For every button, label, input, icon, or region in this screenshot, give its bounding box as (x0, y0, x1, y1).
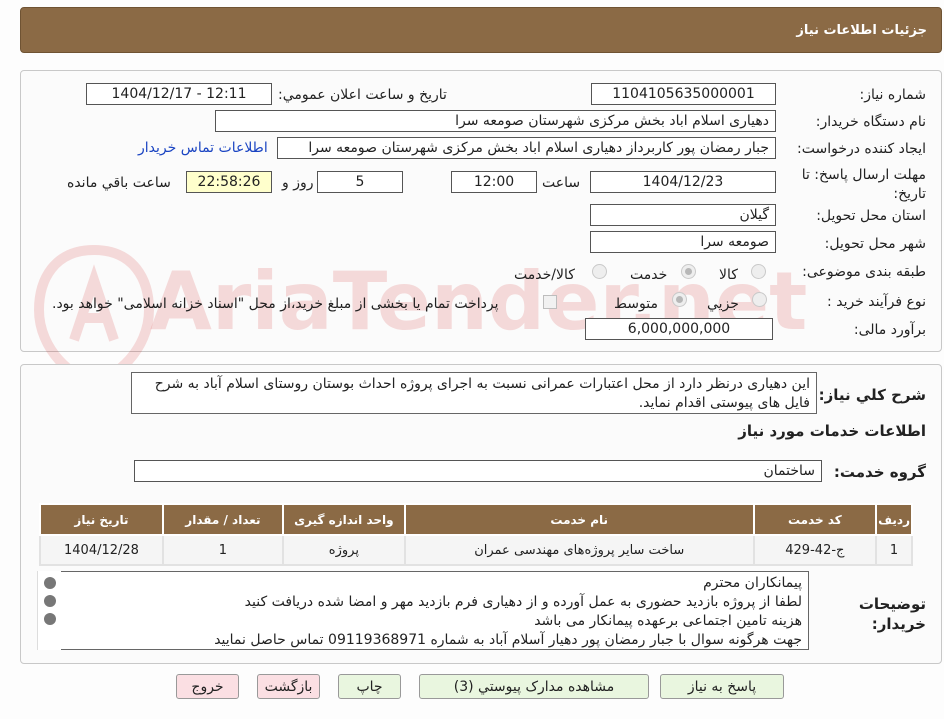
print-button[interactable]: چاپ (338, 674, 401, 699)
table-row: 1 ج-42-429 ساخت سایر پروژه‌های مهندسی عم… (39, 534, 913, 566)
category-label: طبقه بندی موضوعی: (802, 264, 926, 280)
creator-label: ايجاد کننده درخواست: (797, 141, 926, 157)
deadline-time-field: 12:00 (451, 171, 537, 193)
process-option-minor: جزيي (707, 296, 739, 312)
buyer-label: نام دستگاه خريدار: (815, 114, 926, 130)
cell-quantity: 1 (161, 534, 284, 566)
cell-row-number: 1 (875, 534, 913, 566)
notes-line-4: جهت هرگونه سوال با جبار رمضان پور دهیار … (214, 632, 802, 648)
notes-scrollbar[interactable] (37, 571, 61, 650)
column-header-service-name: نام خدمت (403, 503, 755, 536)
treasury-payment-text: پرداخت تمام يا بخشی از مبلغ خريد،از محل … (52, 296, 499, 312)
service-group-label: گروه خدمت: (833, 463, 926, 481)
cell-unit: پروژه (281, 534, 406, 566)
need-number-field: 1104105635000001 (591, 83, 776, 105)
budget-label: برآورد مالی: (853, 322, 926, 338)
cell-service-code: ج-42-429 (752, 534, 878, 566)
scroll-thumb-dot[interactable] (44, 595, 56, 607)
remaining-time-field: 22:58:26 (186, 171, 272, 193)
city-label: شهر محل تحويل: (824, 236, 926, 252)
notes-line-3: هزینه تامین اجتماعی برعهده پیمانکار می ب… (534, 613, 802, 629)
budget-field: 6,000,000,000 (585, 318, 773, 340)
back-button[interactable]: بازگشت (257, 674, 320, 699)
time-label: ساعت (542, 175, 581, 191)
creator-field: جبار رمضان پور کاربرداز دهیاری اسلام ابا… (277, 137, 776, 159)
buyer-notes-label: توضيحات خريدار: (858, 595, 926, 633)
process-radio-medium[interactable] (672, 292, 687, 307)
services-table: رديف کد خدمت نام خدمت واحد اندازه گيری ت… (39, 503, 913, 566)
column-header-quantity: تعداد / مقدار (161, 503, 284, 536)
notes-line-2: لطفا از پروژه بازدید حضوری به عمل آورده … (244, 594, 802, 610)
province-field: گيلان (590, 204, 776, 226)
summary-text: این دهیاری درنظر دارد از محل اعتبارات عم… (131, 372, 817, 414)
treasury-payment-checkbox[interactable] (543, 295, 557, 309)
category-option-service: خدمت (630, 267, 668, 283)
summary-label: شرح كلي نياز: (818, 386, 926, 404)
buyer-field: دهیاری اسلام اباد بخش مرکزی شهرستان صومع… (215, 110, 776, 132)
page-title: جزئیات اطلاعات نیاز (796, 22, 927, 38)
services-section-title: اطلاعات خدمات مورد نياز (738, 422, 926, 440)
column-header-need-date: تاريخ نياز (39, 503, 164, 536)
announce-label: تاریخ و ساعت اعلان عمومي: (278, 87, 447, 103)
category-radio-goods-service[interactable] (592, 264, 607, 279)
cell-service-name: ساخت سایر پروژه‌های مهندسی عمران (403, 534, 755, 566)
column-header-service-code: کد خدمت (752, 503, 878, 536)
category-option-goods: کالا (719, 267, 738, 283)
process-radio-minor[interactable] (752, 292, 767, 307)
province-label: استان محل تحويل: (816, 208, 926, 224)
city-field: صومعه سرا (590, 231, 776, 253)
deadline-label: مهلت ارسال پاسخ: تا تاريخ: (801, 167, 926, 202)
category-radio-service[interactable] (681, 264, 696, 279)
deadline-date-field: 1404/12/23 (590, 171, 776, 193)
scroll-down-dot[interactable] (44, 613, 56, 625)
remaining-label: ساعت باقي مانده (67, 175, 171, 191)
cell-need-date: 1404/12/28 (39, 534, 164, 566)
category-option-goods-service: کالا/خدمت (514, 267, 575, 283)
process-option-medium: متوسط (614, 296, 658, 312)
column-header-unit: واحد اندازه گيری (281, 503, 406, 536)
table-header-row: رديف کد خدمت نام خدمت واحد اندازه گيری ت… (39, 503, 913, 536)
scroll-up-dot[interactable] (44, 577, 56, 589)
service-group-field: ساختمان (134, 460, 822, 482)
view-attachments-button[interactable]: مشاهده مدارک پيوستي (3) (419, 674, 649, 699)
reply-button[interactable]: پاسخ به نياز (660, 674, 784, 699)
notes-line-1: پیمانکاران محترم (703, 575, 802, 591)
category-radio-goods[interactable] (751, 264, 766, 279)
buyer-notes-box: پیمانکاران محترم لطفا از پروژه بازدید حض… (37, 571, 809, 650)
process-label: نوع فرآيند خريد : (827, 294, 926, 310)
need-number-label: شماره نیاز: (859, 87, 927, 103)
buyer-contact-link[interactable]: اطلاعات تماس خريدار (138, 140, 268, 156)
days-field: 5 (317, 171, 403, 193)
announce-datetime-field: 1404/12/17 - 12:11 (86, 83, 272, 105)
column-header-row-number: رديف (875, 503, 913, 536)
exit-button[interactable]: خروج (176, 674, 239, 699)
days-label: روز و (282, 175, 314, 191)
page-header: جزئیات اطلاعات نیاز (20, 7, 942, 53)
